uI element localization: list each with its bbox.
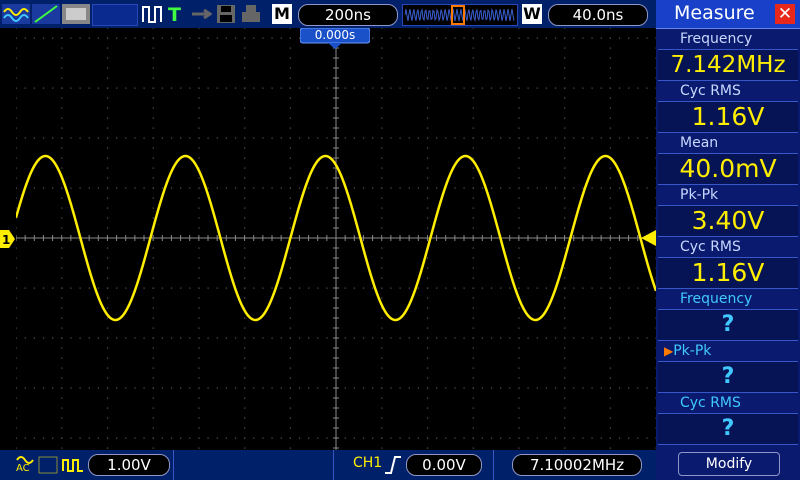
trigger-level-value[interactable]: 0.00V xyxy=(406,454,482,476)
divider xyxy=(493,450,494,480)
trigger-T-icon[interactable]: T xyxy=(166,4,184,24)
measure-value-2[interactable]: 1.16V xyxy=(658,101,798,133)
rising-edge-icon[interactable] xyxy=(383,455,403,475)
measure-value-5[interactable]: 1.16V xyxy=(658,257,798,289)
close-icon[interactable]: ✕ xyxy=(775,4,795,24)
measure-label-4: Pk-Pk xyxy=(680,187,719,203)
modify-button[interactable]: Modify xyxy=(678,452,780,476)
waveform-graticule xyxy=(14,27,658,450)
divider xyxy=(333,450,334,480)
trigger-position-marker[interactable]: 0.000s xyxy=(299,27,371,50)
measure-label-8: Cyc RMS xyxy=(680,395,741,411)
ch1-scale-value[interactable]: 1.00V xyxy=(88,454,170,476)
trigger-channel-label: CH1 xyxy=(353,455,383,471)
divider xyxy=(173,450,174,480)
measure-panel: Measure ✕ Frequency 7.142MHz Cyc RMS 1.1… xyxy=(656,0,800,480)
selection-arrow-icon: ▶ xyxy=(664,344,674,358)
measure-header: Measure ✕ xyxy=(656,0,800,29)
top-toolbar: T M 200ns W 40.0ns xyxy=(0,0,656,28)
timebase-value[interactable]: 200ns xyxy=(298,4,398,26)
measure-label-6: Frequency xyxy=(680,291,753,307)
trigger-level-arrow[interactable] xyxy=(641,230,656,246)
ch1-ground-marker[interactable]: 1 xyxy=(0,230,16,248)
svg-text:T: T xyxy=(168,4,181,24)
trigger-delay-value[interactable]: 40.0ns xyxy=(548,4,648,26)
measure-title: Measure xyxy=(674,2,755,24)
channel-number: 1 xyxy=(2,233,10,247)
pulse-run-icon[interactable] xyxy=(142,4,162,24)
bandwidth-limit-icon[interactable] xyxy=(38,456,58,474)
measure-value-4[interactable]: 3.40V xyxy=(658,205,798,237)
frequency-counter-value: 7.10002MHz xyxy=(512,454,642,476)
measure-value-3[interactable]: 40.0mV xyxy=(658,153,798,185)
memory-waveform-icon xyxy=(404,5,515,25)
waveform-screen[interactable] xyxy=(14,27,658,450)
usb-icon xyxy=(192,8,212,20)
measure-value-6[interactable]: ? xyxy=(658,309,798,341)
coupling-label: AC xyxy=(16,463,30,474)
memory-depth-bar[interactable] xyxy=(402,4,518,26)
pulse-invert-icon[interactable] xyxy=(62,456,84,474)
measure-label-3: Mean xyxy=(680,135,719,151)
bottom-status-bar: AC 1.00V CH1 0.00V 7.10002MHz xyxy=(0,450,656,480)
measure-value-8[interactable]: ? xyxy=(658,413,798,445)
trigger-time-value: 0.000s xyxy=(314,28,356,42)
display-mode-icons[interactable] xyxy=(2,4,92,24)
save-disk-icon[interactable] xyxy=(216,4,236,24)
printer-icon[interactable] xyxy=(240,4,262,24)
measure-label-5: Cyc RMS xyxy=(680,239,741,255)
measure-value-7[interactable]: ? xyxy=(658,361,798,393)
empty-status-box xyxy=(92,4,138,26)
window-label: W xyxy=(522,4,542,24)
main-timebase-label: M xyxy=(272,4,292,24)
measure-label-7-selected[interactable]: ▶Pk-Pk xyxy=(656,341,800,361)
measure-label-2: Cyc RMS xyxy=(680,83,741,99)
measure-label-7-text: Pk-Pk xyxy=(673,343,712,359)
measure-value-1[interactable]: 7.142MHz xyxy=(658,49,798,81)
measure-label-1: Frequency xyxy=(680,31,753,47)
